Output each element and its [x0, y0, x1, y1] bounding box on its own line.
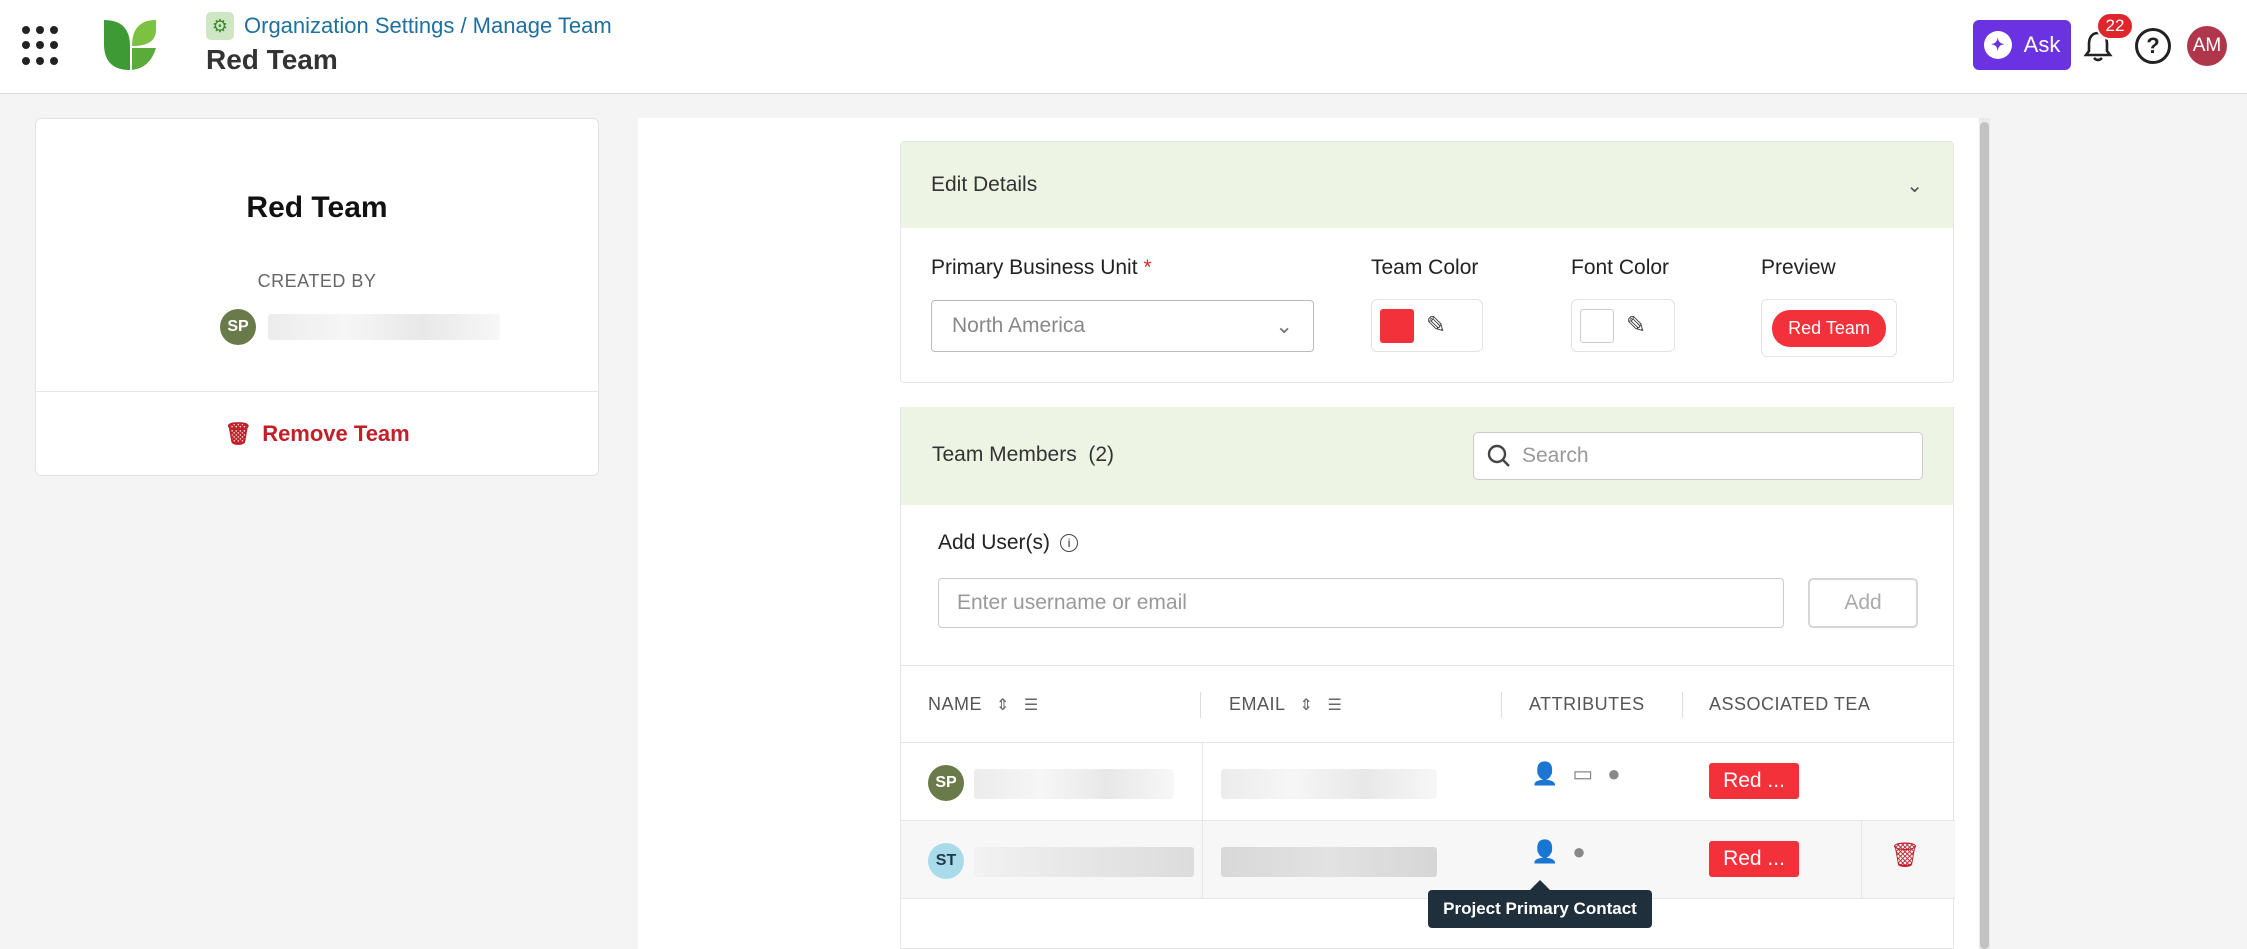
add-user-button[interactable]: Add	[1808, 578, 1918, 628]
edit-details-title: Edit Details	[931, 173, 1038, 196]
scrollbar-thumb[interactable]	[1980, 122, 1989, 949]
table-row[interactable]: ST 👤 ● Red ... 🗑	[901, 821, 1955, 899]
remove-team-button[interactable]: 🗑 Remove Team	[36, 421, 598, 447]
creator-name-redacted	[268, 314, 500, 340]
username-email-input[interactable]: Enter username or email	[938, 578, 1784, 628]
eyedropper-icon[interactable]: ✎	[1426, 311, 1446, 340]
team-color-label: Team Color	[1371, 256, 1479, 279]
cell-divider	[1861, 821, 1862, 899]
user-icon[interactable]: ●	[1607, 761, 1620, 787]
member-email-redacted	[1221, 847, 1437, 877]
cell-divider	[1202, 743, 1203, 821]
help-icon[interactable]: ?	[2135, 28, 2171, 64]
team-members-panel: Team Members (2) Search Add User(s) i En…	[900, 407, 1955, 949]
team-members-title: Team Members (2)	[932, 443, 1115, 466]
top-bar: ⚙ Organization Settings / Manage Team Re…	[0, 0, 2247, 94]
email-column-header[interactable]: EMAIL ⇕ ☰	[1229, 694, 1342, 715]
search-placeholder: Search	[1522, 444, 1589, 467]
preview-label: Preview	[1761, 256, 1836, 279]
app-launcher-icon[interactable]	[22, 26, 62, 66]
primary-bu-select[interactable]: North America ⌄	[931, 300, 1314, 352]
edit-details-panel: Edit Details ⌄ Primary Business Unit * N…	[900, 141, 1954, 383]
associated-teams-column-header: ASSOCIATED TEA	[1709, 694, 1871, 714]
member-avatar: SP	[928, 765, 964, 801]
column-divider[interactable]	[1200, 692, 1201, 718]
chevron-down-icon[interactable]: ⌄	[1906, 173, 1923, 198]
ask-button[interactable]: ✦ Ask	[1973, 20, 2071, 70]
member-name-redacted	[974, 847, 1194, 877]
add-users-label: Add User(s) i	[938, 531, 1079, 555]
team-name: Red Team	[246, 191, 388, 224]
required-marker: *	[1143, 256, 1152, 279]
breadcrumb-text[interactable]: Organization Settings / Manage Team	[244, 13, 612, 39]
remove-team-label: Remove Team	[262, 421, 410, 446]
user-icon[interactable]: ●	[1572, 839, 1585, 865]
ask-label: Ask	[2023, 32, 2061, 57]
column-divider[interactable]	[1682, 692, 1683, 718]
sort-icon[interactable]: ⇕	[996, 695, 1010, 715]
primary-bu-label: Primary Business Unit *	[931, 256, 1152, 279]
font-color-picker[interactable]: ✎	[1571, 299, 1675, 352]
breadcrumb[interactable]: ⚙ Organization Settings / Manage Team	[206, 12, 612, 40]
divider	[36, 391, 598, 392]
name-column-header[interactable]: NAME ⇕ ☰	[928, 694, 1039, 715]
team-color-picker[interactable]: ✎	[1371, 299, 1483, 352]
member-avatar: ST	[928, 843, 964, 879]
table-header: NAME ⇕ ☰ EMAIL ⇕ ☰ ATTRIBUTES ASSOCIATED…	[901, 665, 1955, 743]
filter-icon[interactable]: ☰	[1327, 695, 1342, 715]
member-name-redacted	[974, 769, 1174, 799]
edit-details-header[interactable]: Edit Details ⌄	[901, 142, 1953, 228]
attribute-icons: 👤 ●	[1531, 839, 1586, 865]
info-icon[interactable]: i	[1060, 534, 1079, 552]
team-summary-card: Red Team CREATED BY SP 🗑 Remove Team	[35, 118, 599, 476]
billing-card-icon[interactable]: ▭	[1572, 761, 1593, 787]
chevron-down-icon: ⌄	[1275, 314, 1293, 338]
search-input[interactable]: Search	[1473, 432, 1923, 480]
attributes-column-header: ATTRIBUTES	[1529, 694, 1645, 714]
attribute-icons: 👤 ▭ ●	[1531, 761, 1621, 787]
creator-avatar: SP	[220, 309, 256, 345]
tooltip: Project Primary Contact	[1428, 880, 1652, 928]
member-count: (2)	[1088, 443, 1115, 466]
creator: SP	[220, 309, 500, 345]
username-email-placeholder: Enter username or email	[957, 591, 1187, 614]
team-color-swatch[interactable]	[1380, 308, 1414, 343]
team-tag[interactable]: Red ...	[1709, 763, 1799, 799]
preview-pill: Red Team	[1772, 309, 1886, 347]
eyedropper-icon[interactable]: ✎	[1626, 311, 1646, 340]
brand-logo[interactable]	[100, 16, 160, 74]
team-tag[interactable]: Red ...	[1709, 841, 1799, 877]
font-color-label: Font Color	[1571, 256, 1670, 279]
sort-icon[interactable]: ⇕	[1300, 695, 1314, 715]
trash-icon: 🗑	[224, 421, 253, 446]
cell-divider	[1202, 821, 1203, 899]
member-email-redacted	[1221, 769, 1437, 799]
primary-contact-icon[interactable]: 👤	[1531, 839, 1558, 865]
team-members-header: Team Members (2) Search	[901, 407, 1953, 505]
preview-box: Red Team	[1761, 299, 1897, 357]
font-color-swatch[interactable]	[1580, 308, 1614, 343]
delete-member-icon[interactable]: 🗑	[1890, 841, 1920, 870]
notification-count-badge: 22	[2096, 12, 2134, 40]
column-divider[interactable]	[1501, 692, 1502, 718]
table-row[interactable]: SP 👤 ▭ ● Red ...	[901, 743, 1955, 821]
primary-contact-icon[interactable]: 👤	[1531, 761, 1558, 787]
created-by-label: CREATED BY	[257, 271, 377, 291]
page-title: Red Team	[206, 44, 338, 75]
filter-icon[interactable]: ☰	[1024, 695, 1039, 715]
search-icon	[1487, 444, 1510, 467]
primary-bu-value: North America	[952, 314, 1086, 337]
ai-sparkle-icon: ✦	[1983, 31, 2012, 59]
user-avatar[interactable]: AM	[2187, 26, 2227, 66]
settings-gear-icon: ⚙	[206, 12, 234, 40]
